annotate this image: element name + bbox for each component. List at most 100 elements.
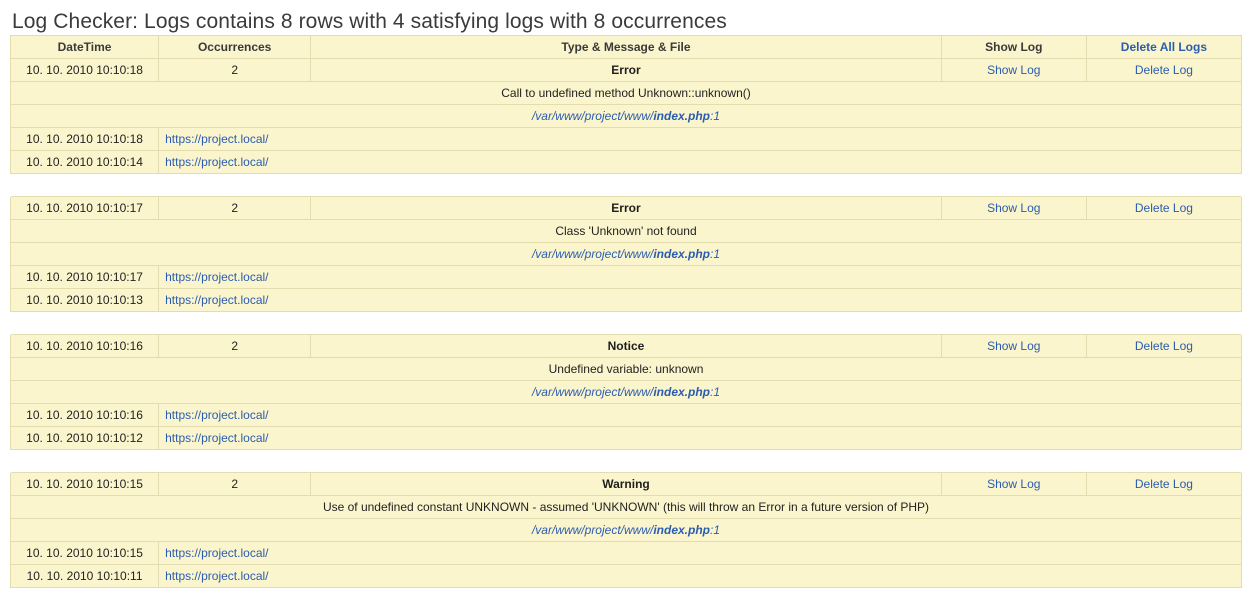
log-message: Use of undefined constant UNKNOWN - assu… bbox=[11, 496, 1242, 519]
log-file-row: /var/www/project/www/index.php:1 bbox=[11, 381, 1242, 404]
group-separator bbox=[11, 450, 1242, 473]
log-file-row: /var/www/project/www/index.php:1 bbox=[11, 243, 1242, 266]
log-occurrence-row: 10. 10. 2010 10:10:15 https://project.loc… bbox=[11, 542, 1242, 565]
occurrence-url-link[interactable]: https://project.local/ bbox=[165, 270, 268, 284]
log-occurrence-row: 10. 10. 2010 10:10:13 https://project.loc… bbox=[11, 289, 1242, 312]
delete-log-cell: Delete Log bbox=[1086, 335, 1241, 358]
log-type: Error bbox=[311, 197, 942, 220]
delete-log-cell: Delete Log bbox=[1086, 197, 1241, 220]
log-occurrence-row: 10. 10. 2010 10:10:17 https://project.loc… bbox=[11, 266, 1242, 289]
log-datetime: 10. 10. 2010 10:10:15 bbox=[11, 473, 159, 496]
file-path-prefix: /var/www/project/www/ bbox=[532, 109, 653, 123]
log-occurrence-row: 10. 10. 2010 10:10:14 https://project.loc… bbox=[11, 151, 1242, 174]
occurrence-datetime: 10. 10. 2010 10:10:11 bbox=[11, 565, 159, 588]
file-path-name: index.php bbox=[653, 523, 710, 537]
log-occurrence-count: 2 bbox=[159, 473, 311, 496]
group-separator-row bbox=[11, 312, 1242, 335]
occurrence-url-cell: https://project.local/ bbox=[159, 565, 1242, 588]
occurrence-url-link[interactable]: https://project.local/ bbox=[165, 569, 268, 583]
log-file-row: /var/www/project/www/index.php:1 bbox=[11, 105, 1242, 128]
show-log-cell: Show Log bbox=[941, 473, 1086, 496]
log-type: Notice bbox=[311, 335, 942, 358]
log-summary-row: 10. 10. 2010 10:10:182ErrorShow LogDelet… bbox=[11, 59, 1242, 82]
column-header-show-log: Show Log bbox=[941, 36, 1086, 59]
delete-log-link[interactable]: Delete Log bbox=[1135, 339, 1193, 353]
log-table-container: DateTime Occurrences Type & Message & Fi… bbox=[0, 35, 1250, 588]
group-separator bbox=[11, 174, 1242, 197]
column-header-occurrences: Occurrences bbox=[159, 36, 311, 59]
file-path-name: index.php bbox=[653, 247, 710, 261]
occurrence-url-cell: https://project.local/ bbox=[159, 427, 1242, 450]
occurrence-url-link[interactable]: https://project.local/ bbox=[165, 431, 268, 445]
occurrence-url-link[interactable]: https://project.local/ bbox=[165, 408, 268, 422]
table-header: DateTime Occurrences Type & Message & Fi… bbox=[11, 36, 1242, 59]
file-path-line: :1 bbox=[710, 247, 720, 261]
group-separator-row bbox=[11, 450, 1242, 473]
log-message-row: Undefined variable: unknown bbox=[11, 358, 1242, 381]
log-occurrence-count: 2 bbox=[159, 59, 311, 82]
log-occurrence-row: 10. 10. 2010 10:10:11 https://project.loc… bbox=[11, 565, 1242, 588]
file-path-prefix: /var/www/project/www/ bbox=[532, 385, 653, 399]
occurrence-datetime: 10. 10. 2010 10:10:18 bbox=[11, 128, 159, 151]
occurrence-datetime: 10. 10. 2010 10:10:14 bbox=[11, 151, 159, 174]
column-header-type-message-file: Type & Message & File bbox=[311, 36, 942, 59]
log-file-cell: /var/www/project/www/index.php:1 bbox=[11, 243, 1242, 266]
file-path-name: index.php bbox=[653, 385, 710, 399]
occurrence-url-link[interactable]: https://project.local/ bbox=[165, 546, 268, 560]
log-occurrence-row: 10. 10. 2010 10:10:16 https://project.loc… bbox=[11, 404, 1242, 427]
log-occurrence-count: 2 bbox=[159, 197, 311, 220]
occurrence-datetime: 10. 10. 2010 10:10:15 bbox=[11, 542, 159, 565]
delete-log-link[interactable]: Delete Log bbox=[1135, 477, 1193, 491]
delete-log-cell: Delete Log bbox=[1086, 59, 1241, 82]
occurrence-datetime: 10. 10. 2010 10:10:17 bbox=[11, 266, 159, 289]
delete-all-logs-button[interactable]: Delete All Logs bbox=[1086, 36, 1241, 59]
file-path-name: index.php bbox=[653, 109, 710, 123]
delete-log-link[interactable]: Delete Log bbox=[1135, 201, 1193, 215]
file-path-line: :1 bbox=[710, 385, 720, 399]
log-file-path: /var/www/project/www/index.php:1 bbox=[532, 247, 720, 261]
log-file-row: /var/www/project/www/index.php:1 bbox=[11, 519, 1242, 542]
log-message: Class 'Unknown' not found bbox=[11, 220, 1242, 243]
occurrence-url-cell: https://project.local/ bbox=[159, 151, 1242, 174]
delete-log-cell: Delete Log bbox=[1086, 473, 1241, 496]
log-summary-row: 10. 10. 2010 10:10:172Error Show Log Delet… bbox=[11, 197, 1242, 220]
occurrence-url-cell: https://project.local/ bbox=[159, 289, 1242, 312]
show-log-link[interactable]: Show Log bbox=[987, 201, 1040, 215]
table-body: 10. 10. 2010 10:10:182ErrorShow LogDelet… bbox=[11, 59, 1242, 588]
occurrence-datetime: 10. 10. 2010 10:10:12 bbox=[11, 427, 159, 450]
log-datetime: 10. 10. 2010 10:10:17 bbox=[11, 197, 159, 220]
occurrence-url-cell: https://project.local/ bbox=[159, 128, 1242, 151]
log-datetime: 10. 10. 2010 10:10:16 bbox=[11, 335, 159, 358]
show-log-link[interactable]: Show Log bbox=[987, 63, 1040, 77]
delete-log-link[interactable]: Delete Log bbox=[1135, 63, 1193, 77]
log-summary-row: 10. 10. 2010 10:10:162Notice Show Log Dele… bbox=[11, 335, 1242, 358]
file-path-line: :1 bbox=[710, 523, 720, 537]
log-message: Call to undefined method Unknown::unknow… bbox=[11, 82, 1242, 105]
log-message-row: Call to undefined method Unknown::unknow… bbox=[11, 82, 1242, 105]
show-log-cell: Show Log bbox=[941, 335, 1086, 358]
occurrence-url-cell: https://project.local/ bbox=[159, 542, 1242, 565]
log-datetime: 10. 10. 2010 10:10:18 bbox=[11, 59, 159, 82]
show-log-cell: Show Log bbox=[941, 59, 1086, 82]
file-path-prefix: /var/www/project/www/ bbox=[532, 523, 653, 537]
log-table: DateTime Occurrences Type & Message & Fi… bbox=[10, 35, 1242, 588]
log-message: Undefined variable: unknown bbox=[11, 358, 1242, 381]
occurrence-url-link[interactable]: https://project.local/ bbox=[165, 155, 268, 169]
group-separator-row bbox=[11, 174, 1242, 197]
log-occurrence-count: 2 bbox=[159, 335, 311, 358]
show-log-link[interactable]: Show Log bbox=[987, 477, 1040, 491]
log-message-row: Class 'Unknown' not found bbox=[11, 220, 1242, 243]
show-log-link[interactable]: Show Log bbox=[987, 339, 1040, 353]
log-file-path: /var/www/project/www/index.php:1 bbox=[532, 109, 720, 123]
group-separator bbox=[11, 312, 1242, 335]
occurrence-datetime: 10. 10. 2010 10:10:13 bbox=[11, 289, 159, 312]
log-message-row: Use of undefined constant UNKNOWN - assu… bbox=[11, 496, 1242, 519]
show-log-cell: Show Log bbox=[941, 197, 1086, 220]
table-header-row: DateTime Occurrences Type & Message & Fi… bbox=[11, 36, 1242, 59]
occurrence-url-link[interactable]: https://project.local/ bbox=[165, 293, 268, 307]
occurrence-datetime: 10. 10. 2010 10:10:16 bbox=[11, 404, 159, 427]
log-occurrence-row: 10. 10. 2010 10:10:12 https://project.loc… bbox=[11, 427, 1242, 450]
log-type: Warning bbox=[311, 473, 942, 496]
occurrence-url-link[interactable]: https://project.local/ bbox=[165, 132, 268, 146]
occurrence-url-cell: https://project.local/ bbox=[159, 404, 1242, 427]
